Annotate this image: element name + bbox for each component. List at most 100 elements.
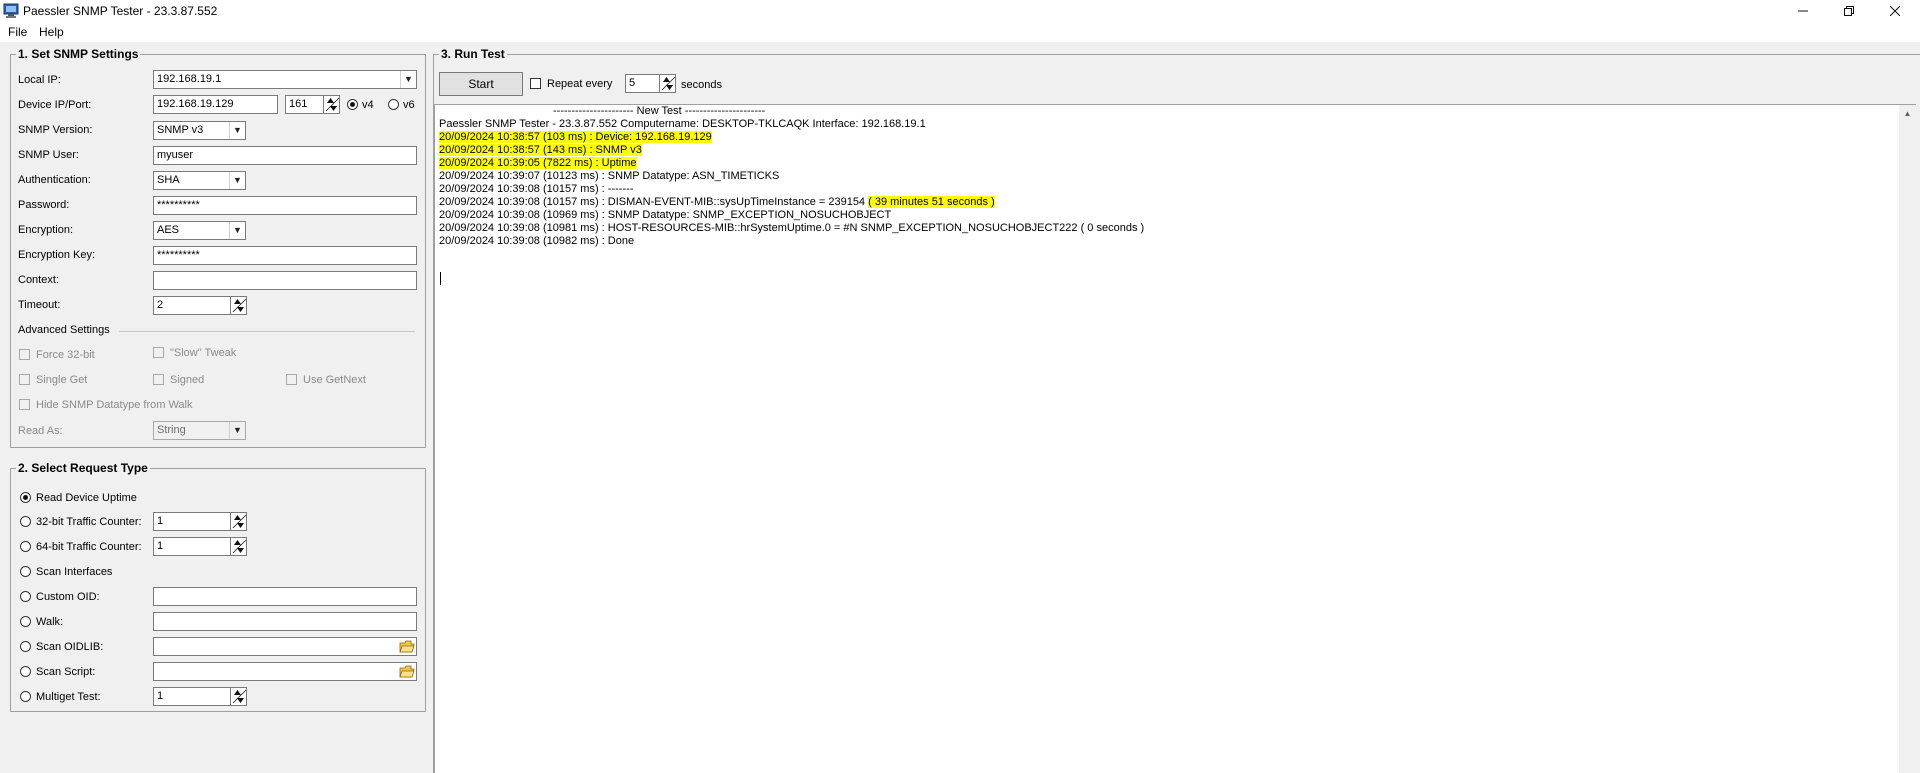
slow-tweak-label: "Slow" Tweak (170, 347, 237, 359)
traffic32-radio[interactable] (20, 516, 31, 527)
log-line: 20/09/2024 10:39:08 (10982 ms) : Done (439, 235, 634, 248)
snmp-version-select[interactable]: SNMP v3 ▼ (153, 121, 246, 140)
traffic64-radio[interactable] (20, 541, 31, 552)
minimize-button[interactable] (1780, 0, 1826, 22)
log-text: Paessler SNMP Tester - 23.3.87.552 Compu… (439, 118, 926, 130)
v4-radio[interactable] (347, 99, 358, 110)
scan-script-label: Scan Script: (36, 666, 96, 678)
read-as-select[interactable]: String ▼ (153, 421, 246, 440)
repeat-label: Repeat every (547, 78, 613, 90)
traffic32-label: 32-bit Traffic Counter: (36, 516, 142, 528)
folder-open-icon[interactable] (399, 664, 415, 679)
traffic32-stepper[interactable]: 1 (153, 512, 247, 531)
encryption-label: Encryption: (18, 224, 74, 236)
scan-oidlib-label: Scan OIDLIB: (36, 641, 104, 653)
single-get-label: Single Get (36, 374, 88, 386)
walk-radio[interactable] (20, 616, 31, 627)
traffic64-label: 64-bit Traffic Counter: (36, 541, 142, 553)
repeat-interval-stepper[interactable]: 5 (625, 74, 676, 93)
monitor-app-icon (3, 3, 19, 18)
device-ip-label: Device IP/Port: (18, 99, 92, 111)
custom-oid-radio[interactable] (20, 591, 31, 602)
spin-arrows-icon[interactable] (659, 75, 676, 92)
walk-label: Walk: (36, 616, 64, 628)
traffic64-value: 1 (157, 540, 164, 552)
context-input[interactable] (153, 271, 417, 290)
scan-script-radio[interactable] (20, 666, 31, 677)
chevron-down-icon: ▼ (229, 122, 245, 139)
hide-datatype-checkbox[interactable] (19, 399, 30, 410)
encryption-key-input[interactable]: ********** (153, 246, 417, 265)
v6-label: v6 (403, 99, 415, 111)
slow-tweak-checkbox[interactable] (153, 347, 164, 358)
scan-interfaces-radio[interactable] (20, 566, 31, 577)
log-line: 20/09/2024 10:39:07 (10123 ms) : SNMP Da… (439, 170, 779, 183)
encryption-select[interactable]: AES ▼ (153, 221, 246, 240)
request-type-title: 2. Select Request Type (16, 461, 150, 475)
advanced-settings-label: Advanced Settings (18, 324, 110, 336)
menu-bar: File Help (0, 22, 1920, 42)
force-32bit-checkbox[interactable] (19, 349, 30, 360)
walk-input[interactable] (153, 612, 417, 631)
log-highlight: ( 39 minutes 51 seconds ) (868, 196, 995, 208)
traffic64-stepper[interactable]: 1 (153, 537, 247, 556)
log-text: 20/09/2024 10:39:08 (10157 ms) : ------- (439, 183, 634, 195)
local-ip-select[interactable]: 192.168.19.1 ▼ (153, 70, 417, 89)
device-ip-input[interactable]: 192.168.19.129 (153, 95, 278, 114)
device-port-value: 161 (289, 98, 308, 110)
request-type-group: 2. Select Request Type Read Device Uptim… (10, 461, 426, 712)
scan-script-input[interactable] (153, 662, 417, 681)
custom-oid-input[interactable] (153, 587, 417, 606)
log-line: 20/09/2024 10:39:08 (10981 ms) : HOST-RE… (439, 222, 1144, 235)
restore-button[interactable] (1826, 0, 1872, 22)
multiget-stepper[interactable]: 1 (153, 687, 247, 706)
spin-arrows-icon[interactable] (230, 538, 247, 555)
log-line: 20/09/2024 10:39:08 (10157 ms) : ------- (439, 183, 633, 196)
menu-help[interactable]: Help (39, 25, 64, 39)
signed-checkbox[interactable] (153, 374, 164, 385)
multiget-radio[interactable] (20, 691, 31, 702)
single-get-checkbox[interactable] (19, 374, 30, 385)
snmp-user-label: SNMP User: (18, 149, 79, 161)
chevron-down-icon: ▼ (400, 71, 416, 88)
snmp-version-label: SNMP Version: (18, 124, 93, 136)
read-uptime-label: Read Device Uptime (36, 492, 137, 504)
snmp-user-input[interactable]: myuser (153, 146, 417, 165)
output-log[interactable]: ---------------------- New Test --------… (434, 104, 1916, 773)
advanced-divider (119, 331, 415, 332)
spin-arrows-icon[interactable] (230, 297, 247, 314)
password-input[interactable]: ********** (153, 196, 417, 215)
context-label: Context: (18, 274, 59, 286)
close-button[interactable] (1872, 0, 1918, 22)
spin-arrows-icon[interactable] (323, 96, 340, 113)
folder-open-icon[interactable] (399, 639, 415, 654)
run-test-title: 3. Run Test (439, 47, 507, 61)
log-text: 20/09/2024 10:39:07 (10123 ms) : SNMP Da… (439, 170, 780, 182)
scan-oidlib-radio[interactable] (20, 641, 31, 652)
log-line: 20/09/2024 10:39:08 (10969 ms) : SNMP Da… (439, 209, 891, 222)
use-getnext-checkbox[interactable] (286, 374, 297, 385)
spin-arrows-icon[interactable] (230, 513, 247, 530)
use-getnext-label: Use GetNext (303, 374, 366, 386)
log-line: Paessler SNMP Tester - 23.3.87.552 Compu… (439, 118, 926, 131)
spin-arrows-icon[interactable] (230, 688, 247, 705)
hide-datatype-label: Hide SNMP Datatype from Walk (36, 399, 193, 411)
authentication-select[interactable]: SHA ▼ (153, 171, 246, 190)
v6-radio[interactable] (388, 99, 399, 110)
authentication-label: Authentication: (18, 174, 91, 186)
multiget-value: 1 (157, 690, 164, 702)
read-uptime-radio[interactable] (20, 492, 31, 503)
log-text: 20/09/2024 10:39:08 (10982 ms) : Done (439, 235, 635, 247)
start-button[interactable]: Start (439, 72, 523, 96)
repeat-checkbox[interactable] (530, 78, 541, 89)
menu-file[interactable]: File (8, 25, 27, 39)
timeout-stepper[interactable]: 2 (153, 296, 247, 315)
device-port-stepper[interactable]: 161 (285, 95, 340, 114)
log-line: ---------------------- New Test --------… (553, 105, 765, 118)
scroll-up-icon[interactable]: ▲ (1899, 105, 1916, 122)
repeat-interval-value: 5 (629, 77, 636, 89)
scan-oidlib-input[interactable] (153, 637, 417, 656)
vertical-scrollbar[interactable]: ▲ (1899, 105, 1916, 773)
force-32bit-label: Force 32-bit (36, 349, 95, 361)
local-ip-label: Local IP: (18, 74, 61, 86)
